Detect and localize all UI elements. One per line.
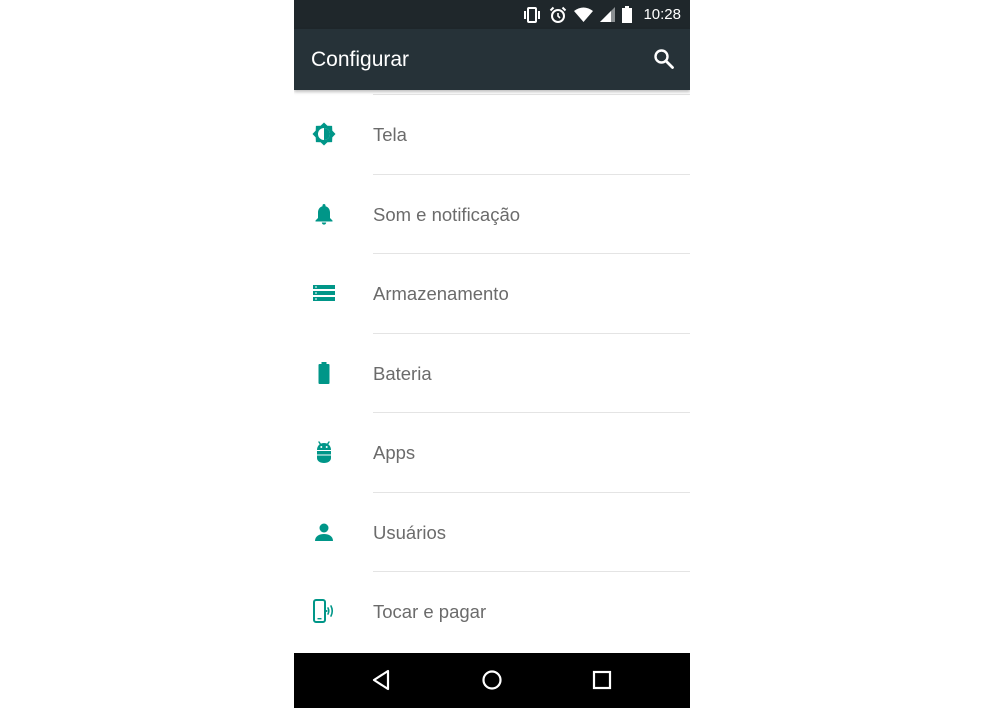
settings-item-bateria[interactable]: Bateria <box>294 334 690 413</box>
bell-icon <box>312 202 336 226</box>
storage-icon <box>312 281 336 305</box>
home-button[interactable] <box>479 667 505 693</box>
app-bar: Configurar <box>294 29 690 90</box>
search-button[interactable] <box>652 47 676 71</box>
wifi-icon <box>574 7 594 22</box>
settings-item-label: Armazenamento <box>373 283 509 304</box>
settings-item-label: Usuários <box>373 521 446 543</box>
navigation-bar <box>294 653 690 708</box>
battery-icon <box>622 6 633 23</box>
status-icons: 10:28 <box>522 0 681 29</box>
recents-icon <box>592 670 612 690</box>
settings-item-armazenamento[interactable]: Armazenamento <box>294 254 690 334</box>
recents-button[interactable] <box>589 667 615 693</box>
settings-item-tocar-e-pagar[interactable]: Tocar e pagar <box>294 572 690 652</box>
settings-item-apps[interactable]: Apps <box>294 413 690 493</box>
android-icon <box>312 440 336 464</box>
settings-item-som-e-notificacao[interactable]: Som e notificação <box>294 175 690 254</box>
settings-item-label: Som e notificação <box>373 203 521 225</box>
status-bar: 10:28 <box>294 0 690 29</box>
back-icon <box>372 669 390 691</box>
person-icon <box>312 520 336 544</box>
home-icon <box>482 670 502 690</box>
settings-list: Tela Som e notificação Armazenamento Bat… <box>294 95 690 652</box>
settings-item-tela[interactable]: Tela <box>294 95 690 175</box>
page-title: Configurar <box>311 48 410 71</box>
settings-item-label: Bateria <box>373 362 432 384</box>
settings-item-label: Tela <box>373 124 407 145</box>
settings-item-label: Tocar e pagar <box>373 601 487 622</box>
search-icon <box>654 49 674 69</box>
signal-icon <box>600 7 616 22</box>
vibrate-icon <box>522 6 542 23</box>
settings-item-usuarios[interactable]: Usuários <box>294 493 690 572</box>
alarm-icon <box>549 6 567 24</box>
status-time: 10:28 <box>643 6 681 23</box>
phone-screen: 10:28 Configurar Tela Som e notificação … <box>294 0 690 708</box>
settings-item-label: Apps <box>373 442 416 463</box>
back-button[interactable] <box>369 667 395 693</box>
brightness-icon <box>312 122 336 146</box>
tap-pay-icon <box>312 599 336 623</box>
battery-icon <box>312 361 336 385</box>
